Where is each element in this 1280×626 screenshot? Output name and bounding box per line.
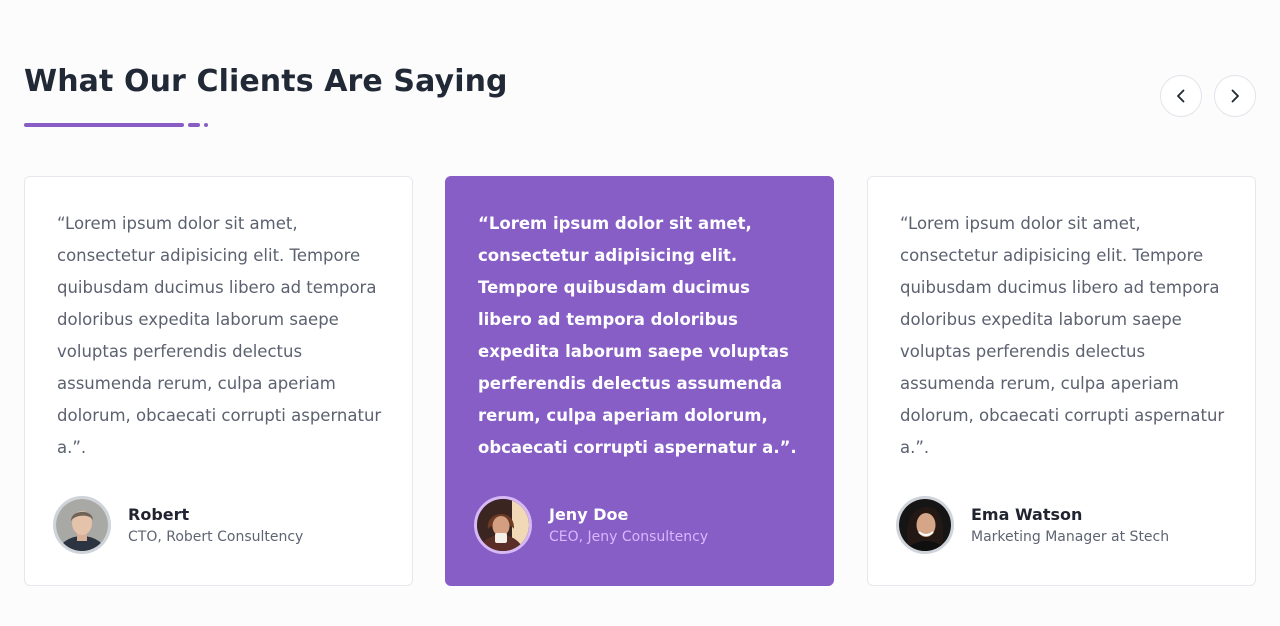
chevron-left-icon bbox=[1177, 89, 1185, 103]
underline-bar bbox=[24, 123, 184, 127]
title-underline bbox=[24, 123, 214, 128]
avatar bbox=[896, 496, 954, 554]
avatar bbox=[53, 496, 111, 554]
testimonial-quote: “Lorem ipsum dolor sit amet, consectetur… bbox=[478, 214, 797, 457]
testimonial-author: Jeny Doe CEO, Jeny Consultency bbox=[474, 493, 708, 557]
testimonial-author: Robert CTO, Robert Consultency bbox=[53, 493, 303, 557]
testimonial-author: Ema Watson Marketing Manager at Stech bbox=[896, 493, 1169, 557]
underline-dot bbox=[204, 123, 208, 127]
testimonial-card: “Lorem ipsum dolor sit amet, consectetur… bbox=[867, 176, 1256, 586]
author-name: Robert bbox=[128, 504, 190, 524]
author-role: CEO, Jeny Consultency bbox=[549, 528, 709, 545]
testimonial-quote: “Lorem ipsum dolor sit amet, consectetur… bbox=[57, 214, 382, 457]
previous-testimonial-button[interactable] bbox=[1160, 75, 1202, 117]
testimonial-quote: “Lorem ipsum dolor sit amet, consectetur… bbox=[900, 214, 1225, 457]
author-name: Jeny Doe bbox=[549, 504, 629, 524]
author-name: Ema Watson bbox=[971, 504, 1083, 524]
author-role: CTO, Robert Consultency bbox=[128, 528, 304, 545]
underline-dash bbox=[188, 123, 200, 127]
next-testimonial-button[interactable] bbox=[1214, 75, 1256, 117]
avatar bbox=[474, 496, 532, 554]
testimonial-card: “Lorem ipsum dolor sit amet, consectetur… bbox=[24, 176, 413, 586]
section-title: What Our Clients Are Saying bbox=[24, 64, 508, 99]
chevron-right-icon bbox=[1231, 89, 1239, 103]
testimonial-card-highlighted: “Lorem ipsum dolor sit amet, consectetur… bbox=[445, 176, 834, 586]
author-role: Marketing Manager at Stech bbox=[971, 528, 1170, 545]
